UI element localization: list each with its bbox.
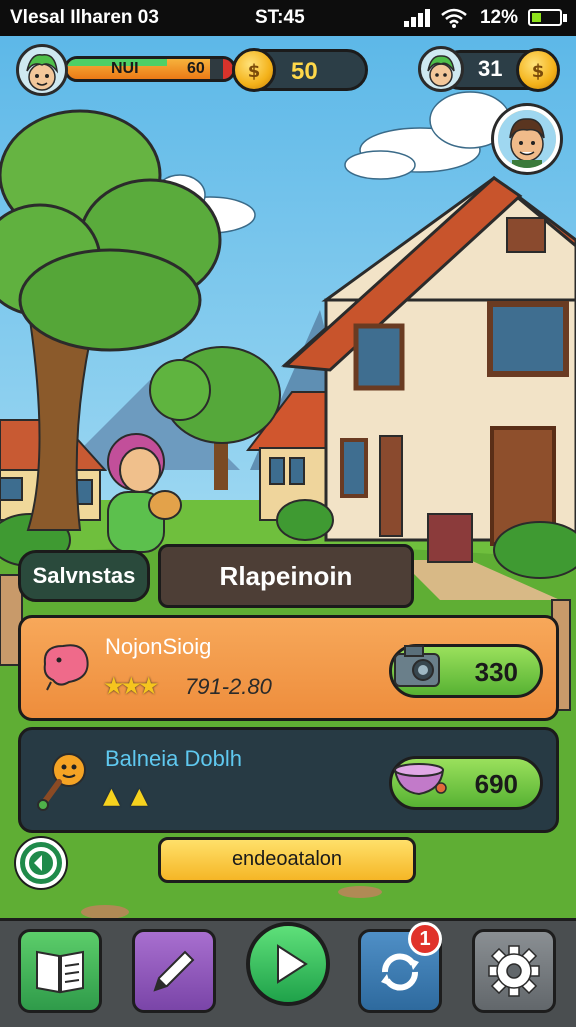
- star-rating-icon: ★★★: [103, 672, 160, 700]
- rank-icon: ▲ ▲: [103, 784, 150, 809]
- shop-card-1[interactable]: NojonSioig ★★★ 791-2.80 330: [18, 615, 559, 721]
- currency-icon: $: [516, 48, 560, 92]
- nav-settings-button[interactable]: [472, 929, 556, 1013]
- npc-face-icon: [498, 110, 556, 168]
- nav-play-button[interactable]: [246, 922, 330, 1006]
- clock-time: ST:45: [255, 7, 305, 28]
- gear-icon: [488, 945, 540, 997]
- profile-button[interactable]: [494, 106, 560, 172]
- rattle-toy-icon: [37, 753, 86, 811]
- signal-icon: [404, 9, 430, 27]
- bowl-icon: [393, 763, 447, 796]
- card-title: Balneia Doblh: [105, 746, 242, 771]
- card-title: NojonSioig: [105, 634, 212, 659]
- shop-card-2[interactable]: Balneia Doblh ▲ ▲ 690: [18, 727, 559, 833]
- player-face-icon: [26, 54, 59, 91]
- battery-percent: 12%: [479, 7, 518, 28]
- friend-counter[interactable]: 31 $: [418, 44, 562, 98]
- friend-avatar: [418, 46, 464, 92]
- price-value: 690: [474, 769, 518, 799]
- wifi-icon: [441, 8, 467, 28]
- status-bar: Vlesal Ilharen 03 ST:45 12%: [0, 0, 576, 36]
- player-xp-panel[interactable]: NUI 60: [16, 44, 236, 98]
- xp-bar: NUI 60: [64, 56, 236, 82]
- nav-book-button[interactable]: [18, 929, 102, 1013]
- card-subtitle: 791-2.80: [185, 674, 272, 699]
- battery-tip: [563, 14, 567, 22]
- carrier-text: Vlesal Ilharen 03: [10, 7, 159, 28]
- arrow-icon: [25, 847, 57, 879]
- back-arrow-icon[interactable]: [16, 838, 66, 888]
- pet-creature-icon: [43, 644, 89, 691]
- action-button[interactable]: endeoatalon: [158, 837, 416, 883]
- pencil-icon: [153, 950, 195, 992]
- coin-value: 50: [291, 58, 318, 85]
- player-label: NUI: [111, 60, 139, 77]
- play-icon: [277, 944, 308, 984]
- price-value: 330: [474, 657, 518, 687]
- tab-left[interactable]: Salvnstas: [18, 550, 150, 602]
- coin-icon: $: [232, 48, 276, 92]
- nav-edit-button[interactable]: [132, 929, 216, 1013]
- friend-face-icon: [427, 55, 455, 87]
- tab-right[interactable]: Rlapeinoin: [158, 544, 414, 608]
- notification-badge: 1: [408, 922, 442, 956]
- battery-icon: [528, 9, 562, 26]
- book-icon: [36, 950, 84, 994]
- camera-icon: [394, 645, 440, 687]
- friend-count: 31: [478, 56, 503, 81]
- svg-text:$: $: [532, 61, 545, 82]
- player-value: 60: [187, 60, 205, 77]
- player-avatar[interactable]: [16, 44, 68, 96]
- svg-text:$: $: [248, 61, 261, 82]
